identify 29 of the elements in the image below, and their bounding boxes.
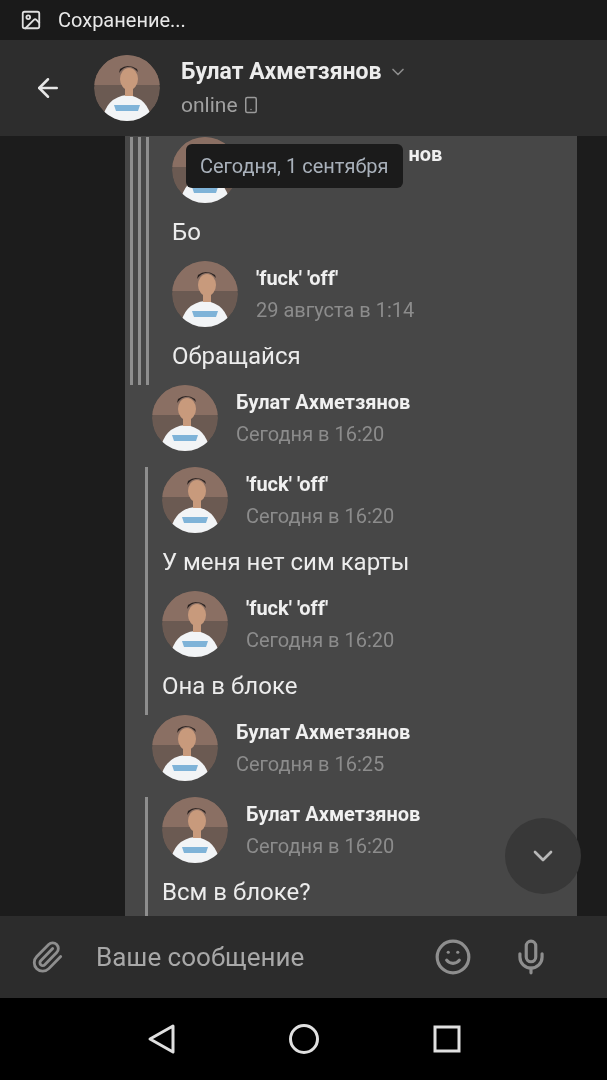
message-time: Сегодня в 16:20 bbox=[236, 421, 386, 448]
sender-name: 'fuck' 'off' bbox=[246, 595, 329, 622]
home-nav-icon[interactable] bbox=[288, 1023, 321, 1055]
sender-name: Булат Ахметзянов bbox=[246, 801, 421, 828]
smile-icon[interactable] bbox=[434, 938, 472, 976]
message-time: Сегодня в 16:20 bbox=[246, 503, 395, 530]
message-text: Всм в блоке? bbox=[162, 877, 311, 908]
message-text: Она в блоке bbox=[162, 671, 298, 702]
message-text: Бо bbox=[172, 217, 201, 248]
message-composer[interactable]: Ваше сообщение bbox=[0, 916, 607, 998]
message-time: Сегодня в 16:20 bbox=[246, 627, 395, 654]
back-nav-icon[interactable] bbox=[146, 1023, 177, 1055]
notification-text: Сохранение... bbox=[58, 7, 186, 34]
sender-name: Булат Ахметзянов bbox=[236, 719, 411, 746]
sender-name: Булат Ахметзянов bbox=[236, 389, 411, 416]
attach-icon[interactable] bbox=[30, 940, 64, 974]
message-time: Сегодня в 16:20 bbox=[246, 833, 396, 860]
message-text: У меня нет сим карты bbox=[162, 547, 410, 578]
sender-name: 'fuck' 'off' bbox=[246, 471, 329, 498]
message-time: 29 августа в 1:14 bbox=[256, 297, 415, 324]
image-icon bbox=[20, 9, 42, 31]
message-time: Сегодня в 16:25 bbox=[236, 751, 386, 778]
sender-name: 'fuck' 'off' bbox=[256, 265, 339, 292]
message-text: Обращайся bbox=[172, 341, 301, 372]
contact-name[interactable]: Булат Ахметзянов bbox=[181, 55, 382, 90]
sender-name: нов bbox=[408, 141, 443, 168]
date-tooltip: Сегодня, 1 сентября bbox=[186, 144, 403, 188]
contact-status: online bbox=[181, 91, 238, 119]
recents-nav-icon[interactable] bbox=[432, 1025, 461, 1053]
